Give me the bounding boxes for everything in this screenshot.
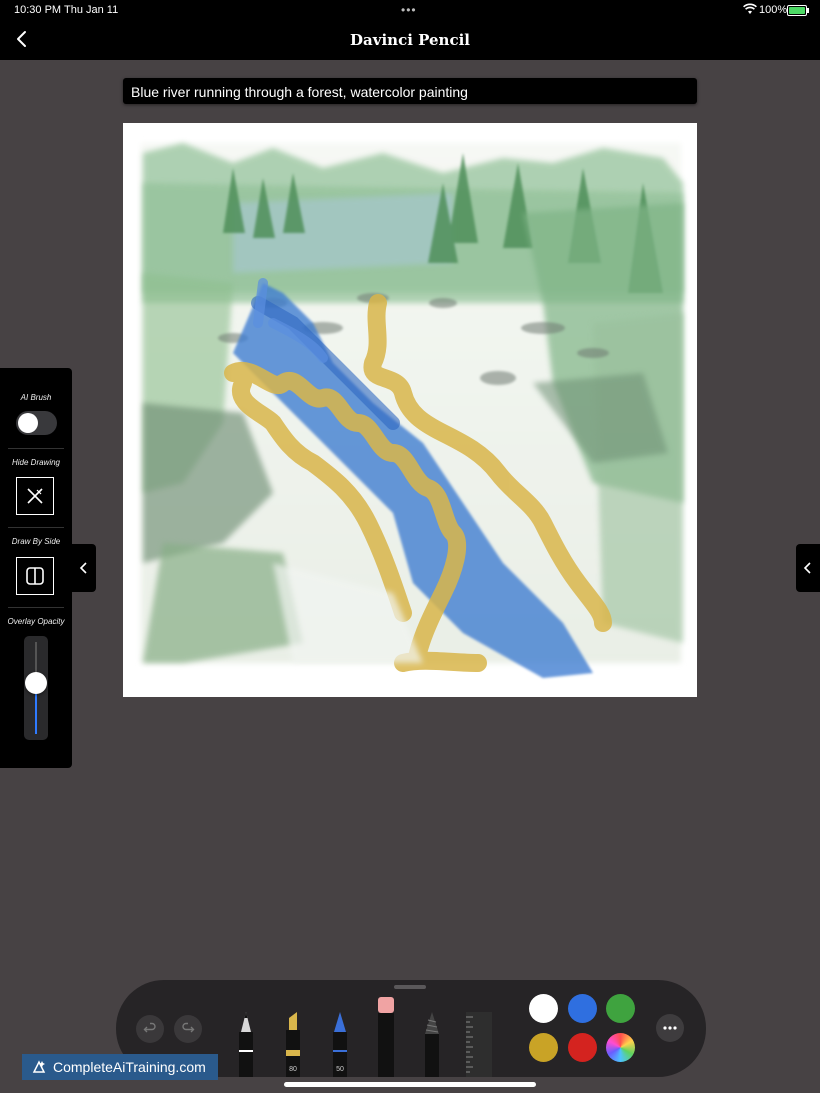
- toggle-knob: [18, 413, 38, 433]
- undo-button[interactable]: [136, 1015, 164, 1043]
- left-tool-panel: AI Brush Hide Drawing Draw By Side Overl…: [0, 368, 72, 768]
- color-swatch-yellow[interactable]: [529, 1033, 558, 1062]
- undo-icon: [143, 1022, 156, 1033]
- generated-painting: [123, 123, 697, 697]
- multitasking-dots-icon[interactable]: •••: [401, 3, 417, 17]
- more-options-button[interactable]: [656, 1014, 684, 1042]
- color-swatch-green[interactable]: [606, 994, 635, 1023]
- color-swatch-blue[interactable]: [568, 994, 597, 1023]
- battery-percent: 100%: [759, 4, 788, 16]
- color-swatch-white[interactable]: [529, 994, 558, 1023]
- page-title: Davinci Pencil: [350, 31, 470, 49]
- ellipsis-icon: [663, 1026, 677, 1030]
- overlay-opacity-label: Overlay Opacity: [7, 617, 65, 626]
- hide-drawing-label: Hide Drawing: [11, 458, 61, 467]
- eraser-tool-icon[interactable]: [376, 995, 396, 1077]
- color-picker-wheel[interactable]: [606, 1033, 635, 1062]
- watermark-text: CompleteAiTraining.com: [53, 1059, 206, 1075]
- color-swatch-red[interactable]: [568, 1033, 597, 1062]
- status-bar: 10:30 PM Thu Jan 11 ••• 100%: [0, 0, 820, 20]
- sparkle-logo-icon: [32, 1060, 46, 1073]
- drawing-canvas[interactable]: [123, 123, 697, 697]
- toolbar-grabber[interactable]: [394, 985, 426, 989]
- ai-brush-label: AI Brush: [20, 393, 52, 402]
- nav-bar: Davinci Pencil: [0, 20, 820, 60]
- collapse-left-panel-button[interactable]: [72, 544, 96, 592]
- expand-right-panel-button[interactable]: [796, 544, 820, 592]
- panel-divider: [8, 527, 64, 528]
- split-view-icon: [26, 567, 44, 585]
- ruler-tool-icon[interactable]: [464, 1012, 494, 1077]
- status-time: 10:30 PM: [14, 4, 62, 16]
- panel-divider: [8, 448, 64, 449]
- watermark-badge: CompleteAiTraining.com: [22, 1054, 218, 1080]
- redo-button[interactable]: [174, 1015, 202, 1043]
- prompt-field-container: [123, 78, 697, 106]
- home-indicator[interactable]: [284, 1082, 536, 1087]
- ai-brush-toggle[interactable]: [16, 411, 57, 435]
- prompt-input[interactable]: [129, 78, 693, 106]
- overlay-opacity-slider[interactable]: [24, 636, 48, 740]
- draw-by-side-button[interactable]: [16, 557, 54, 595]
- pencil-slash-icon: [27, 488, 43, 504]
- pen-tool-icon[interactable]: [236, 1010, 256, 1077]
- marker-size-label: 80: [289, 1066, 297, 1073]
- pencil-size-label: 50: [336, 1066, 344, 1073]
- chevron-left-icon: [79, 562, 87, 574]
- draw-by-side-label: Draw By Side: [11, 537, 61, 546]
- panel-divider: [8, 607, 64, 608]
- chevron-left-icon: [803, 562, 811, 574]
- status-date: Thu Jan 11: [64, 4, 119, 16]
- lasso-tool-icon[interactable]: [422, 1010, 442, 1077]
- redo-icon: [182, 1022, 195, 1033]
- battery-icon: [787, 5, 809, 16]
- slider-thumb[interactable]: [25, 672, 47, 695]
- wifi-icon: [743, 3, 757, 14]
- hide-drawing-button[interactable]: [16, 477, 54, 515]
